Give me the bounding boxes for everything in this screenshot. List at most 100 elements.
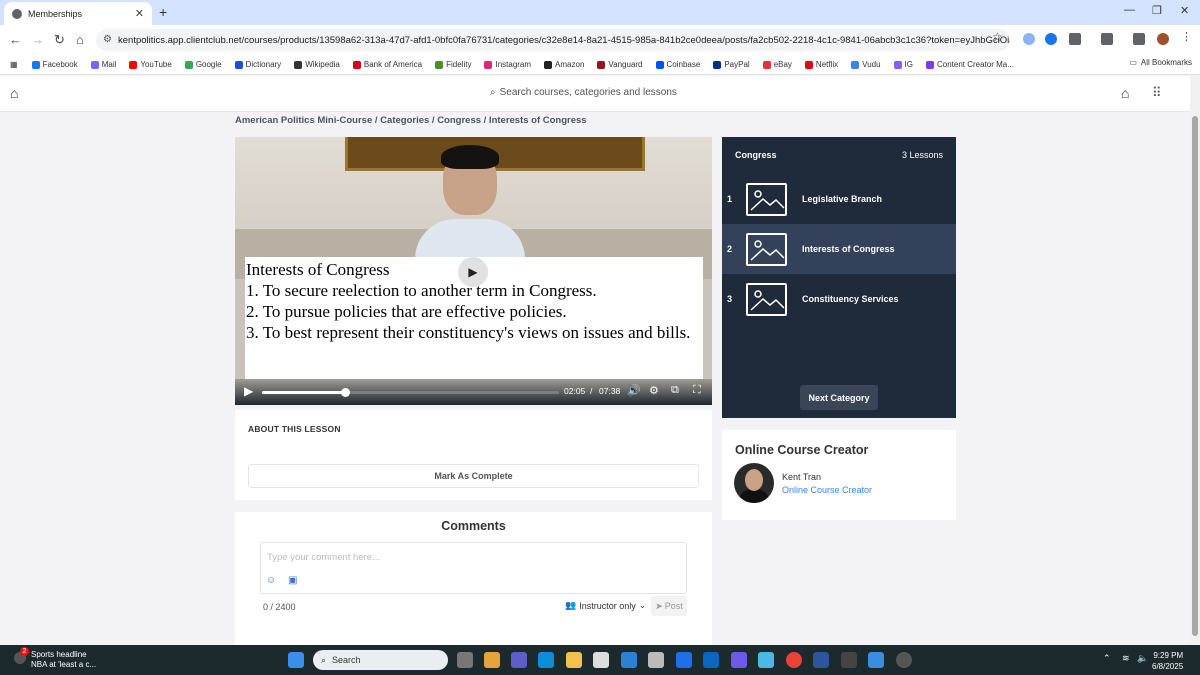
news-widget[interactable]: 2 Sports headline NBA at 'least a c... xyxy=(14,647,96,670)
app-icon[interactable] xyxy=(868,652,884,668)
progress-handle[interactable] xyxy=(341,388,351,397)
course-search[interactable]: ⌕ Search courses, categories and lessons xyxy=(490,87,677,98)
volume-icon[interactable]: 🔊 xyxy=(627,384,641,397)
bookmark-item[interactable]: Coinbase xyxy=(655,60,700,69)
bookmark-item[interactable]: eBay xyxy=(762,60,792,69)
forward-icon[interactable]: → xyxy=(31,32,44,47)
app-icon[interactable] xyxy=(731,652,747,668)
lesson-item[interactable]: 1 Legislative Branch xyxy=(722,174,956,224)
outlook-icon[interactable] xyxy=(703,652,719,668)
side-panel-icon[interactable] xyxy=(1101,33,1113,45)
fullscreen-icon[interactable]: ⛶ xyxy=(693,384,701,397)
bookmark-item[interactable]: Bank of America xyxy=(352,60,422,69)
post-button[interactable]: ➤ Post xyxy=(651,596,687,616)
extension-icon[interactable] xyxy=(1045,33,1057,45)
media-player-icon[interactable] xyxy=(896,652,912,668)
chevron-up-icon[interactable]: ⌃ xyxy=(1103,653,1111,664)
bookmark-item[interactable]: Content Creator Ma... xyxy=(926,60,1014,69)
bookmark-star-icon[interactable]: ☆ xyxy=(992,30,1003,44)
taskbar-search[interactable]: ⌕ Search xyxy=(313,650,448,670)
copilot-icon[interactable] xyxy=(484,652,500,668)
back-icon[interactable]: ← xyxy=(9,32,22,47)
bookmark-label: IG xyxy=(904,60,913,69)
dropbox-icon[interactable] xyxy=(621,652,637,668)
creator-card: Online Course Creator Kent Tran Online C… xyxy=(722,430,956,520)
close-tab-icon[interactable]: ✕ xyxy=(135,7,144,20)
next-category-button[interactable]: Next Category xyxy=(800,385,878,410)
speaker-icon[interactable]: 🔈 xyxy=(1137,653,1148,664)
bookmark-item[interactable]: Netflix xyxy=(804,60,838,69)
bookmark-item[interactable]: PayPal xyxy=(713,60,750,69)
slide-line: 3. To best represent their constituency'… xyxy=(246,323,691,342)
wifi-icon[interactable]: ≋ xyxy=(1122,653,1130,664)
site-info-icon[interactable]: ⚙ xyxy=(103,34,112,45)
lesson-item[interactable]: 3 Constituency Services xyxy=(722,274,956,324)
all-bookmarks[interactable]: ▭ All Bookmarks xyxy=(1129,58,1192,67)
new-tab-button[interactable]: + xyxy=(159,4,167,20)
bookmark-item[interactable]: Instagram xyxy=(484,60,531,69)
minimize-icon[interactable]: — xyxy=(1124,4,1135,16)
bookmark-icon xyxy=(893,60,902,69)
play-icon: ▶ xyxy=(468,265,478,279)
url-field[interactable]: ⚙ kentpolitics.app.clientclub.net/course… xyxy=(96,29,1010,51)
search-placeholder: Search courses, categories and lessons xyxy=(499,87,677,98)
bookmark-item[interactable]: Mail xyxy=(90,60,116,69)
bookmark-item[interactable]: Dictionary xyxy=(234,60,281,69)
word-icon[interactable] xyxy=(813,652,829,668)
popout-icon[interactable]: ⧉ xyxy=(671,384,679,397)
file-explorer-icon[interactable] xyxy=(566,652,582,668)
calculator-icon[interactable] xyxy=(648,652,664,668)
profile-avatar[interactable] xyxy=(1157,33,1169,45)
system-clock[interactable]: 9:29 PM 6/8/2025 xyxy=(1152,650,1183,672)
bookmark-item[interactable]: Facebook xyxy=(31,60,78,69)
app-icon[interactable] xyxy=(841,652,857,668)
store-icon[interactable] xyxy=(593,652,609,668)
progress-track[interactable] xyxy=(262,388,559,397)
home-icon[interactable]: ⌂ xyxy=(1121,85,1129,101)
image-icon[interactable]: ▣ xyxy=(288,575,297,586)
image-placeholder-icon xyxy=(746,232,787,266)
browser-tab[interactable]: Memberships ✕ xyxy=(4,2,152,25)
apps-grid-icon[interactable]: ⠿ xyxy=(1152,85,1162,101)
bookmark-item[interactable]: IG xyxy=(893,60,913,69)
lesson-item-active[interactable]: 2 Interests of Congress xyxy=(722,224,956,274)
home-icon[interactable]: ⌂ xyxy=(10,85,18,101)
home-icon[interactable]: ⌂ xyxy=(76,32,84,47)
edge-icon[interactable] xyxy=(538,652,554,668)
teams-icon[interactable] xyxy=(511,652,527,668)
bookmark-item[interactable]: Vudu xyxy=(851,60,881,69)
start-icon[interactable] xyxy=(288,652,304,668)
visibility-dropdown[interactable]: 👥 Instructor only ⌄ xyxy=(565,600,646,611)
bookmark-item[interactable]: Vanguard xyxy=(597,60,643,69)
settings-gear-icon[interactable]: ⚙ xyxy=(649,384,659,397)
page-scrollbar[interactable] xyxy=(1190,76,1200,645)
big-play-button[interactable]: ▶ xyxy=(458,257,488,287)
media-icon[interactable] xyxy=(1133,33,1145,45)
search-icon: ⌕ xyxy=(490,87,496,98)
apps-grid-icon[interactable]: ▦ xyxy=(10,60,18,69)
creator-role-link[interactable]: Online Course Creator xyxy=(782,485,872,495)
bookmark-item[interactable]: Wikipedia xyxy=(294,60,340,69)
restore-icon[interactable]: ❐ xyxy=(1152,4,1162,17)
menu-kebab-icon[interactable]: ⋮ xyxy=(1181,30,1193,43)
app-icon[interactable] xyxy=(758,652,774,668)
post-label: Post xyxy=(664,601,683,611)
emoji-icon[interactable]: ☺ xyxy=(266,575,276,586)
video-player[interactable]: Interests of Congress 1. To secure reele… xyxy=(235,137,712,405)
extensions-puzzle-icon[interactable] xyxy=(1069,33,1081,45)
extension-icon[interactable] xyxy=(1023,33,1035,45)
bookmark-item[interactable]: Amazon xyxy=(544,60,584,69)
app-icon[interactable] xyxy=(676,652,692,668)
bookmark-item[interactable]: Google xyxy=(184,60,222,69)
bookmark-item[interactable]: Fidelity xyxy=(435,60,471,69)
play-icon[interactable]: ▶ xyxy=(244,384,253,398)
chrome-icon[interactable] xyxy=(786,652,802,668)
task-view-icon[interactable] xyxy=(457,652,473,668)
close-window-icon[interactable]: ✕ xyxy=(1180,4,1189,17)
mark-complete-button[interactable]: Mark As Complete xyxy=(248,464,699,488)
bookmark-label: Amazon xyxy=(555,60,585,69)
reload-icon[interactable]: ↻ xyxy=(54,32,65,48)
bookmark-item[interactable]: YouTube xyxy=(129,60,172,69)
comment-input[interactable]: Type your comment here... ☺ ▣ xyxy=(260,542,687,594)
breadcrumb[interactable]: American Politics Mini-Course / Categori… xyxy=(235,115,587,126)
